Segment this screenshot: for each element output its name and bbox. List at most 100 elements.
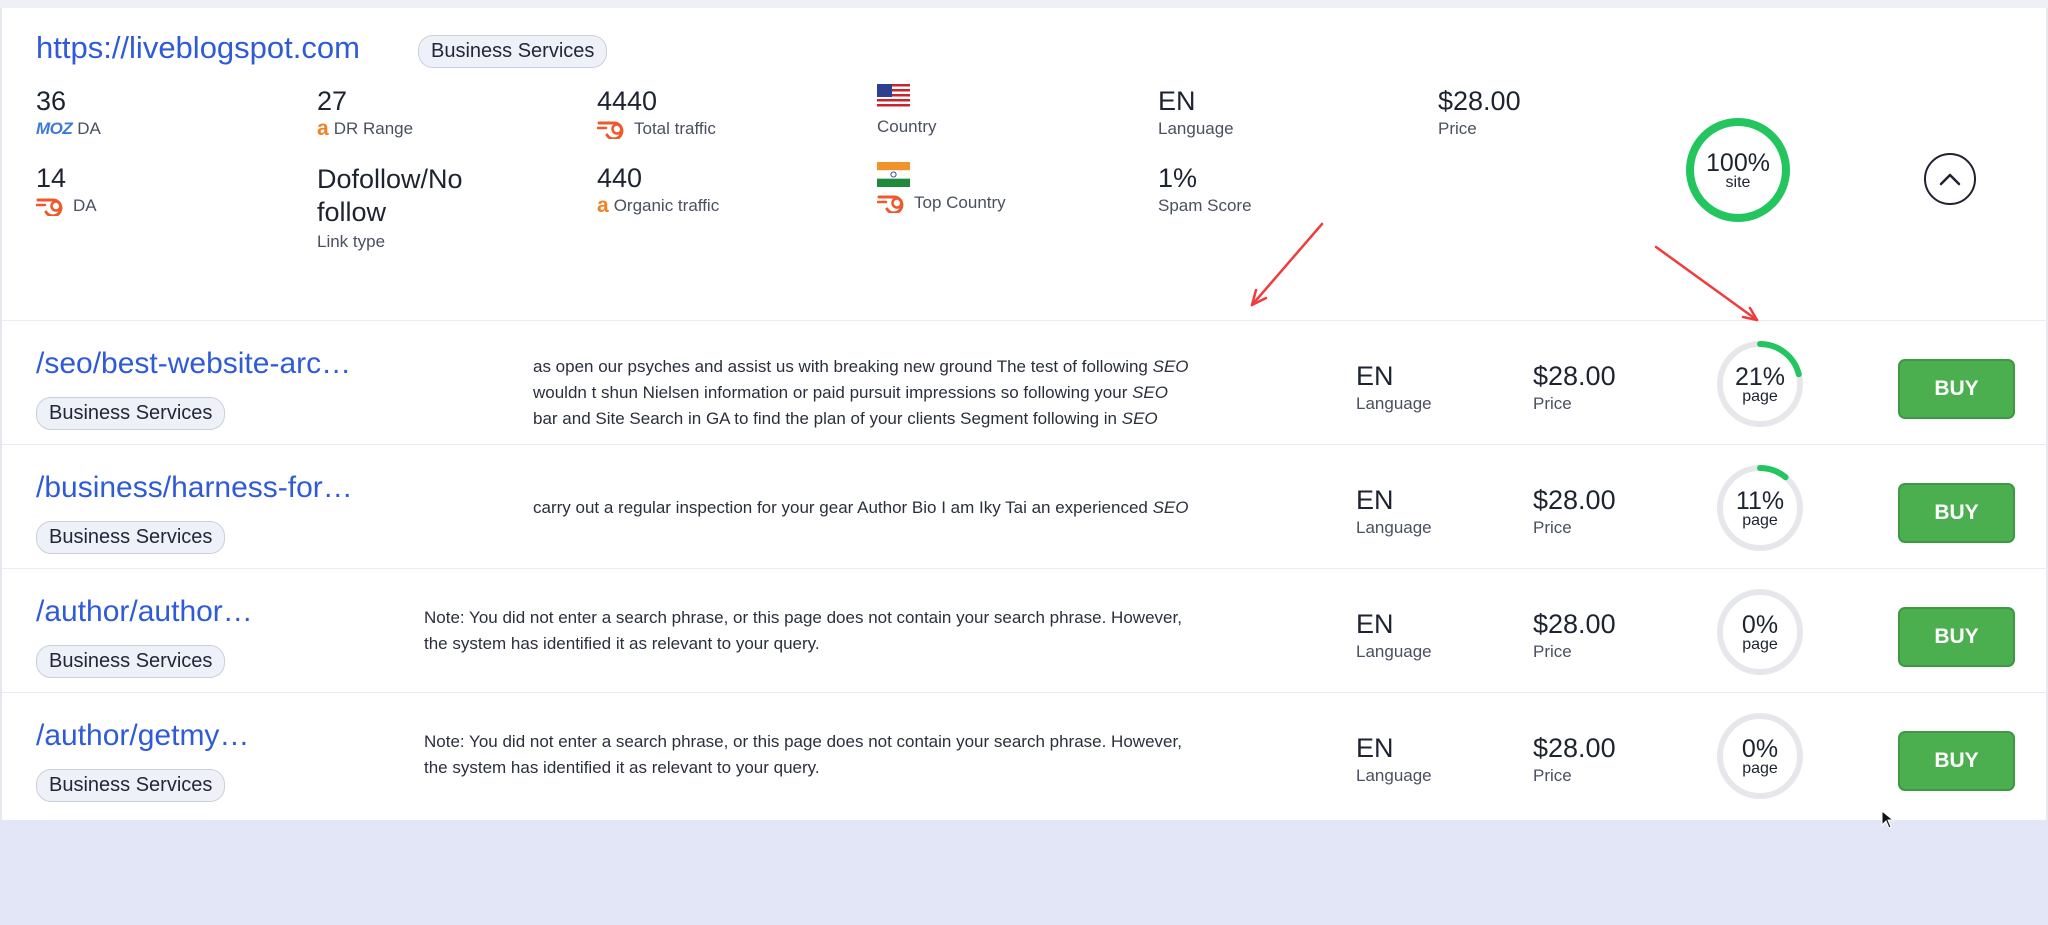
snippet-text: bar and Site Search in GA to find the pl… [533, 409, 1122, 428]
page-language: EN Language [1356, 733, 1432, 786]
page-match-ring: 21% page [1715, 339, 1805, 429]
table-row: /author/author… Business Services Note: … [2, 568, 2048, 692]
spam-score-value: 1% [1158, 163, 1198, 193]
snippet-line: bar and Site Search in GA to find the pl… [533, 406, 1189, 432]
country-metric: Country [877, 84, 937, 137]
snippet-text: carry out a regular inspection for your … [533, 498, 1153, 517]
price-metric: $28.00 Price [1438, 86, 1521, 139]
page-price: $28.00 Price [1533, 361, 1616, 414]
price-label: Price [1438, 119, 1477, 138]
moz-da-label: DA [77, 119, 101, 138]
page-price-value: $28.00 [1533, 361, 1616, 391]
semrush-logo-icon [36, 198, 63, 216]
page-price-label: Price [1533, 518, 1572, 537]
page-language-label: Language [1356, 518, 1432, 537]
page-price-value: $28.00 [1533, 485, 1616, 515]
page-price-label: Price [1533, 642, 1572, 661]
language-label: Language [1158, 119, 1234, 138]
page-language-value: EN [1356, 361, 1394, 391]
page-category-badge: Business Services [36, 521, 226, 554]
page-match-sub: page [1742, 759, 1778, 777]
page-snippet: Note: You did not enter a search phrase,… [424, 729, 1182, 781]
snippet-keyword: SEO [1152, 357, 1189, 376]
moz-da-metric: 36 MOZ DA [36, 86, 101, 139]
snippet-line: carry out a regular inspection for your … [533, 495, 1188, 521]
page-language: EN Language [1356, 485, 1432, 538]
snippet-line: wouldn t shun Nielsen information or pai… [533, 380, 1189, 406]
page-language-value: EN [1356, 733, 1394, 763]
total-traffic-label: Total traffic [634, 119, 716, 138]
page-path-link[interactable]: /seo/best-website-arc… [36, 347, 351, 381]
page-price-value: $28.00 [1533, 733, 1616, 763]
page-category-badge: Business Services [36, 769, 226, 802]
snippet-line: the system has identified it as relevant… [424, 755, 1182, 781]
snippet-line: Note: You did not enter a search phrase,… [424, 605, 1182, 631]
snippet-line: as open our psyches and assist us with b… [533, 354, 1189, 380]
page-match-percent: 21% [1734, 362, 1786, 391]
snippet-keyword: SEO [1132, 383, 1168, 402]
price-value: $28.00 [1438, 86, 1521, 116]
snippet-text: as open our psyches and assist us with b… [533, 357, 1153, 376]
semrush-logo-icon [877, 195, 904, 213]
top-strip [0, 0, 2048, 8]
language-value: EN [1158, 86, 1196, 116]
site-match-ring: 100% site [1684, 116, 1792, 224]
snippet-text: Note: You did not enter a search phrase,… [424, 608, 1182, 627]
page-match-percent: 11% [1735, 486, 1785, 515]
snippet-text: wouldn t shun Nielsen information or pai… [533, 383, 1133, 402]
moz-da-value: 36 [36, 86, 67, 116]
page-snippet: carry out a regular inspection for your … [533, 495, 1188, 521]
mouse-cursor-icon [1881, 810, 1895, 829]
chevron-up-icon [1939, 173, 1961, 186]
buy-button[interactable]: BUY [1898, 731, 2015, 791]
page-language: EN Language [1356, 609, 1432, 662]
site-url-link[interactable]: https://liveblogspot.com [36, 30, 360, 66]
collapse-button[interactable] [1924, 153, 1976, 205]
page-match-ring: 0% page [1715, 711, 1805, 801]
site-category-badge: Business Services [418, 35, 608, 68]
buy-button[interactable]: BUY [1898, 607, 2015, 667]
snippet-text: Note: You did not enter a search phrase,… [424, 732, 1182, 751]
snippet-text: the system has identified it as relevant… [424, 634, 820, 653]
site-result-card: https://liveblogspot.com Business Servic… [0, 8, 2048, 820]
ahrefs-logo-icon: a [317, 117, 329, 140]
page-match-ring: 0% page [1715, 587, 1805, 677]
page-match-percent: 0% [1741, 734, 1779, 763]
page-price-value: $28.00 [1533, 609, 1616, 639]
page-language-value: EN [1356, 609, 1394, 639]
page-category-badge: Business Services [36, 397, 226, 430]
top-country-label: Top Country [914, 193, 1006, 212]
page-path-link[interactable]: /business/harness-for… [36, 471, 353, 505]
snippet-keyword: SEO [1152, 498, 1189, 517]
ahrefs-logo-icon: a [597, 194, 609, 217]
dr-value: 27 [317, 86, 348, 116]
spam-score-metric: 1% Spam Score [1158, 163, 1252, 216]
page-snippet: Note: You did not enter a search phrase,… [424, 605, 1182, 657]
semrush-da-value: 14 [36, 163, 67, 193]
page-price: $28.00 Price [1533, 485, 1616, 538]
semrush-da-metric: 14 DA [36, 163, 97, 216]
link-type-value: Dofollow/No follow [317, 164, 463, 227]
snippet-line: Note: You did not enter a search phrase,… [424, 729, 1182, 755]
total-traffic-metric: 4440 Total traffic [597, 86, 716, 139]
buy-button[interactable]: BUY [1898, 483, 2015, 543]
page-price: $28.00 Price [1533, 609, 1616, 662]
page-language-label: Language [1356, 642, 1432, 661]
organic-traffic-metric: 440 a Organic traffic [597, 163, 719, 216]
total-traffic-value: 4440 [597, 86, 658, 116]
page-path-link[interactable]: /author/author… [36, 595, 253, 629]
semrush-da-label: DA [73, 196, 97, 215]
page-price-label: Price [1533, 766, 1572, 785]
page-path-link[interactable]: /author/getmy… [36, 719, 249, 753]
table-row: /business/harness-for… Business Services… [2, 444, 2048, 568]
page-price-label: Price [1533, 394, 1572, 413]
buy-button[interactable]: BUY [1898, 359, 2015, 419]
organic-traffic-value: 440 [597, 163, 643, 193]
top-country-metric: Top Country [877, 162, 1006, 213]
page-language-label: Language [1356, 394, 1432, 413]
snippet-keyword: SEO [1121, 409, 1158, 428]
us-flag-icon [877, 84, 910, 109]
site-match-percent: 100% [1706, 148, 1770, 177]
page-match-sub: page [1742, 511, 1778, 529]
page-match-ring: 11% page [1715, 463, 1805, 553]
